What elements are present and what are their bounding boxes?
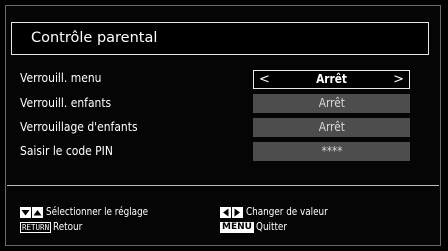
left-triangle-icon [220, 206, 231, 218]
hint-back: RETURN Retour [20, 221, 88, 233]
divider [7, 185, 439, 186]
child-lock-value-selector[interactable]: Arrêt [253, 94, 410, 113]
menu-item-label-child-lock: Verrouill. enfants [20, 95, 112, 110]
hint-select: Sélectionner le réglage [20, 206, 168, 218]
tv-screen: Contrôle parental Verrouill. menu < Arrê… [0, 0, 448, 251]
menu-title: Contrôle parental [31, 30, 158, 46]
hint-select-text: Sélectionner le réglage [46, 206, 149, 218]
up-triangle-icon [32, 206, 43, 218]
title-bar: Contrôle parental [11, 22, 429, 55]
child-locking-value-selector[interactable]: Arrêt [253, 118, 410, 137]
menu-lock-value: Arrêt [316, 72, 347, 86]
child-lock-value: Arrêt [318, 96, 345, 110]
menu-item-label-child-locking: Verrouillage d'enfants [20, 119, 138, 134]
return-key-label: RETURN [20, 221, 52, 233]
hint-quit: MENU Quitter [220, 221, 293, 233]
child-locking-value: Arrêt [318, 120, 345, 134]
hint-change-text: Changer de valeur [246, 206, 328, 218]
right-triangle-icon [232, 206, 243, 218]
down-triangle-icon [20, 206, 31, 218]
pin-entry-field[interactable]: **** [253, 142, 410, 161]
hint-back-text: Retour [53, 221, 83, 233]
menu-key-label: MENU [220, 221, 254, 233]
menu-item-label-menu-lock: Verrouill. menu [20, 70, 102, 85]
menu-lock-value-selector[interactable]: < Arrêt > [253, 70, 410, 89]
right-arrow-icon[interactable]: > [393, 71, 404, 88]
menu-item-label-enter-pin: Saisir le code PIN [20, 143, 113, 158]
pin-value: **** [320, 144, 343, 158]
left-arrow-icon[interactable]: < [259, 71, 270, 88]
hint-change: Changer de valeur [220, 206, 343, 218]
hint-quit-text: Quitter [255, 221, 287, 233]
